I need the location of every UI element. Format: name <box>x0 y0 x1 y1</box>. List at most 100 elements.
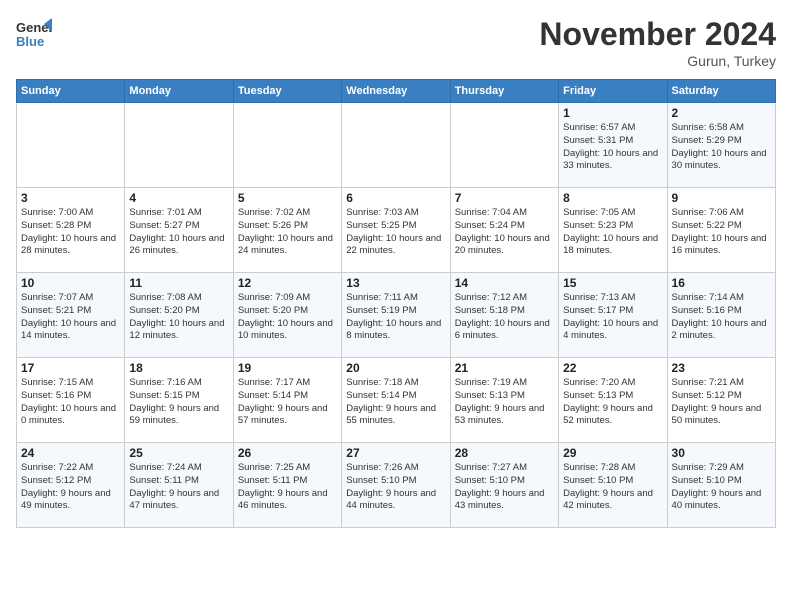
day-number: 13 <box>346 276 445 290</box>
day-info: Sunrise: 7:14 AMSunset: 5:16 PMDaylight:… <box>672 292 771 343</box>
calendar-day-cell: 1Sunrise: 6:57 AMSunset: 5:31 PMDaylight… <box>559 103 667 188</box>
calendar-day-cell: 28 Sunrise: 7:27 AMSunset: 5:10 PMDayligh… <box>450 443 558 528</box>
calendar-header: SundayMondayTuesdayWednesdayThursdayFrid… <box>17 80 776 103</box>
day-info: Sunrise: 7:21 AMSunset: 5:12 PMDaylight:… <box>672 377 771 428</box>
day-number: 19 <box>238 361 337 375</box>
day-info: Sunrise: 7:05 AMSunset: 5:23 PMDaylight:… <box>563 207 662 258</box>
calendar-day-cell: 12 Sunrise: 7:09 AMSunset: 5:20 PMDayligh… <box>233 273 341 358</box>
day-number: 22 <box>563 361 662 375</box>
day-info: Sunrise: 7:02 AMSunset: 5:26 PMDaylight:… <box>238 207 337 258</box>
day-info: Sunrise: 7:08 AMSunset: 5:20 PMDaylight:… <box>129 292 228 343</box>
calendar: SundayMondayTuesdayWednesdayThursdayFrid… <box>16 79 776 528</box>
calendar-day-cell: 8Sunrise: 7:05 AMSunset: 5:23 PMDaylight… <box>559 188 667 273</box>
day-number: 30 <box>672 446 771 460</box>
calendar-day-cell: 10 Sunrise: 7:07 AMSunset: 5:21 PMDayligh… <box>17 273 125 358</box>
calendar-day-cell: 25 Sunrise: 7:24 AMSunset: 5:11 PMDayligh… <box>125 443 233 528</box>
calendar-week-row: 10 Sunrise: 7:07 AMSunset: 5:21 PMDayligh… <box>17 273 776 358</box>
day-number: 28 <box>455 446 554 460</box>
day-of-week-header: Monday <box>125 80 233 103</box>
calendar-day-cell <box>17 103 125 188</box>
logo: General Blue <box>16 16 52 52</box>
calendar-day-cell: 3 Sunrise: 7:00 AMSunset: 5:28 PMDaylight… <box>17 188 125 273</box>
svg-text:Blue: Blue <box>16 34 44 49</box>
day-info: Sunrise: 7:11 AMSunset: 5:19 PMDaylight:… <box>346 292 445 343</box>
day-number: 3 <box>21 191 120 205</box>
calendar-day-cell: 5Sunrise: 7:02 AMSunset: 5:26 PMDaylight… <box>233 188 341 273</box>
day-of-week-header: Thursday <box>450 80 558 103</box>
calendar-day-cell: 23 Sunrise: 7:21 AMSunset: 5:12 PMDayligh… <box>667 358 775 443</box>
calendar-day-cell: 15Sunrise: 7:13 AMSunset: 5:17 PMDayligh… <box>559 273 667 358</box>
calendar-day-cell: 27Sunrise: 7:26 AMSunset: 5:10 PMDayligh… <box>342 443 450 528</box>
subtitle: Gurun, Turkey <box>539 53 776 69</box>
day-info: Sunrise: 7:17 AMSunset: 5:14 PMDaylight:… <box>238 377 337 428</box>
calendar-day-cell: 11 Sunrise: 7:08 AMSunset: 5:20 PMDayligh… <box>125 273 233 358</box>
day-number: 14 <box>455 276 554 290</box>
day-number: 1 <box>563 106 662 120</box>
day-info: Sunrise: 7:20 AMSunset: 5:13 PMDaylight:… <box>563 377 662 428</box>
day-info: Sunrise: 7:28 AMSunset: 5:10 PMDaylight:… <box>563 462 662 513</box>
day-number: 24 <box>21 446 120 460</box>
day-number: 25 <box>129 446 228 460</box>
day-info: Sunrise: 7:13 AMSunset: 5:17 PMDaylight:… <box>563 292 662 343</box>
calendar-day-cell: 29 Sunrise: 7:28 AMSunset: 5:10 PMDayligh… <box>559 443 667 528</box>
calendar-day-cell: 17Sunrise: 7:15 AMSunset: 5:16 PMDayligh… <box>17 358 125 443</box>
day-info: Sunrise: 7:24 AMSunset: 5:11 PMDaylight:… <box>129 462 228 513</box>
calendar-day-cell: 6 Sunrise: 7:03 AMSunset: 5:25 PMDaylight… <box>342 188 450 273</box>
day-number: 2 <box>672 106 771 120</box>
day-of-week-header: Saturday <box>667 80 775 103</box>
day-info: Sunrise: 6:58 AMSunset: 5:29 PMDaylight:… <box>672 122 771 173</box>
calendar-day-cell: 14 Sunrise: 7:12 AMSunset: 5:18 PMDayligh… <box>450 273 558 358</box>
calendar-day-cell: 18Sunrise: 7:16 AMSunset: 5:15 PMDayligh… <box>125 358 233 443</box>
calendar-day-cell: 16 Sunrise: 7:14 AMSunset: 5:16 PMDayligh… <box>667 273 775 358</box>
day-number: 16 <box>672 276 771 290</box>
day-of-week-header: Tuesday <box>233 80 341 103</box>
title-block: November 2024 Gurun, Turkey <box>539 16 776 69</box>
calendar-day-cell: 24 Sunrise: 7:22 AMSunset: 5:12 PMDayligh… <box>17 443 125 528</box>
day-number: 4 <box>129 191 228 205</box>
calendar-week-row: 1Sunrise: 6:57 AMSunset: 5:31 PMDaylight… <box>17 103 776 188</box>
calendar-week-row: 24 Sunrise: 7:22 AMSunset: 5:12 PMDayligh… <box>17 443 776 528</box>
day-number: 23 <box>672 361 771 375</box>
day-number: 26 <box>238 446 337 460</box>
day-number: 9 <box>672 191 771 205</box>
month-title: November 2024 <box>539 16 776 53</box>
day-number: 11 <box>129 276 228 290</box>
day-info: Sunrise: 7:09 AMSunset: 5:20 PMDaylight:… <box>238 292 337 343</box>
calendar-day-cell <box>450 103 558 188</box>
calendar-day-cell: 2 Sunrise: 6:58 AMSunset: 5:29 PMDaylight… <box>667 103 775 188</box>
day-info: Sunrise: 7:15 AMSunset: 5:16 PMDaylight:… <box>21 377 120 428</box>
day-info: Sunrise: 7:18 AMSunset: 5:14 PMDaylight:… <box>346 377 445 428</box>
calendar-day-cell: 21Sunrise: 7:19 AMSunset: 5:13 PMDayligh… <box>450 358 558 443</box>
calendar-week-row: 17Sunrise: 7:15 AMSunset: 5:16 PMDayligh… <box>17 358 776 443</box>
day-number: 12 <box>238 276 337 290</box>
day-info: Sunrise: 7:26 AMSunset: 5:10 PMDaylight:… <box>346 462 445 513</box>
day-number: 20 <box>346 361 445 375</box>
day-info: Sunrise: 7:06 AMSunset: 5:22 PMDaylight:… <box>672 207 771 258</box>
day-info: Sunrise: 7:29 AMSunset: 5:10 PMDaylight:… <box>672 462 771 513</box>
day-info: Sunrise: 7:07 AMSunset: 5:21 PMDaylight:… <box>21 292 120 343</box>
day-info: Sunrise: 7:12 AMSunset: 5:18 PMDaylight:… <box>455 292 554 343</box>
calendar-day-cell: 4Sunrise: 7:01 AMSunset: 5:27 PMDaylight… <box>125 188 233 273</box>
calendar-day-cell <box>125 103 233 188</box>
day-info: Sunrise: 7:00 AMSunset: 5:28 PMDaylight:… <box>21 207 120 258</box>
calendar-day-cell: 22 Sunrise: 7:20 AMSunset: 5:13 PMDayligh… <box>559 358 667 443</box>
day-number: 29 <box>563 446 662 460</box>
day-of-week-header: Sunday <box>17 80 125 103</box>
day-info: Sunrise: 7:03 AMSunset: 5:25 PMDaylight:… <box>346 207 445 258</box>
day-info: Sunrise: 7:04 AMSunset: 5:24 PMDaylight:… <box>455 207 554 258</box>
logo-icon: General Blue <box>16 16 52 52</box>
day-info: Sunrise: 7:27 AMSunset: 5:10 PMDaylight:… <box>455 462 554 513</box>
day-of-week-header: Wednesday <box>342 80 450 103</box>
page-header: General Blue November 2024 Gurun, Turkey <box>16 16 776 69</box>
day-number: 21 <box>455 361 554 375</box>
calendar-day-cell <box>342 103 450 188</box>
day-number: 6 <box>346 191 445 205</box>
day-info: Sunrise: 7:25 AMSunset: 5:11 PMDaylight:… <box>238 462 337 513</box>
day-number: 10 <box>21 276 120 290</box>
day-info: Sunrise: 7:22 AMSunset: 5:12 PMDaylight:… <box>21 462 120 513</box>
calendar-day-cell <box>233 103 341 188</box>
calendar-day-cell: 7 Sunrise: 7:04 AMSunset: 5:24 PMDaylight… <box>450 188 558 273</box>
day-number: 7 <box>455 191 554 205</box>
calendar-day-cell: 9 Sunrise: 7:06 AMSunset: 5:22 PMDaylight… <box>667 188 775 273</box>
calendar-week-row: 3 Sunrise: 7:00 AMSunset: 5:28 PMDaylight… <box>17 188 776 273</box>
